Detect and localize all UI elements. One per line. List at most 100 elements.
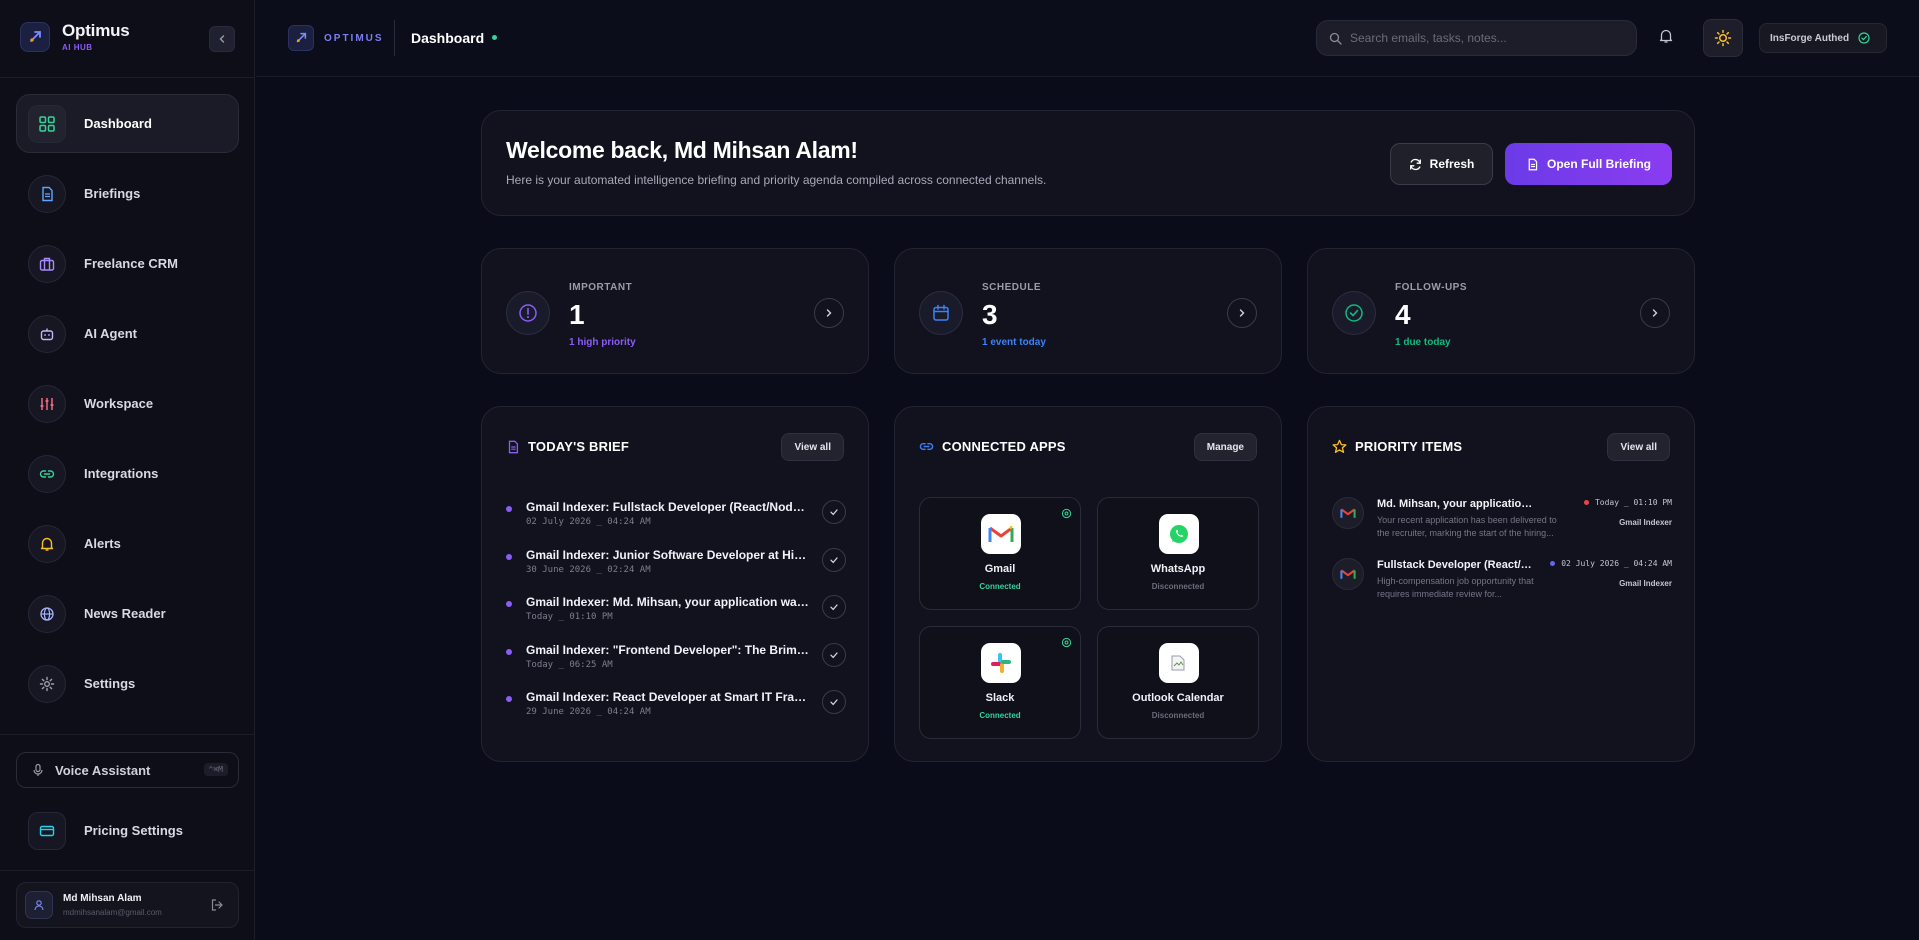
sidebar-item-news-reader[interactable]: News Reader bbox=[16, 584, 239, 643]
user-email: mdmihsanalam@gmail.com bbox=[63, 908, 162, 917]
stat-value: 4 bbox=[1395, 299, 1411, 330]
status-dot bbox=[492, 35, 497, 40]
todays-brief-panel: TODAY'S BRIEF View all Gmail Indexer: Fu… bbox=[481, 406, 869, 762]
bell-icon bbox=[28, 524, 66, 563]
app-tile-outlook-calendar[interactable]: Outlook Calendar Disconnected bbox=[1097, 626, 1259, 739]
list-item[interactable]: Gmail Indexer: Fullstack Developer (Reac… bbox=[506, 497, 846, 545]
list-item[interactable]: Gmail Indexer: Junior Software Developer… bbox=[506, 545, 846, 593]
brief-item-date: 29 June 2026 _ 04:24 AM bbox=[526, 707, 651, 717]
app-name: Gmail bbox=[984, 563, 1016, 575]
voice-assistant-label: Voice Assistant bbox=[55, 762, 151, 778]
brief-item-date: Today _ 01:10 PM bbox=[526, 612, 613, 622]
app-status: Disconnected bbox=[1151, 711, 1205, 720]
sidebar-item-briefings[interactable]: Briefings bbox=[16, 164, 239, 223]
app-status: Connected bbox=[979, 582, 1021, 591]
check-icon[interactable] bbox=[822, 547, 846, 572]
sidebar-item-dashboard[interactable]: Dashboard bbox=[16, 94, 239, 153]
app-status: Disconnected bbox=[1151, 582, 1205, 591]
app-tile-slack[interactable]: Slack Connected bbox=[919, 626, 1081, 739]
chevron-right-icon[interactable] bbox=[1640, 298, 1670, 328]
brief-item-date: 30 June 2026 _ 02:24 AM bbox=[526, 564, 651, 575]
check-circle-icon bbox=[1332, 291, 1376, 335]
microphone-icon bbox=[33, 763, 43, 776]
sun-icon bbox=[1714, 29, 1732, 47]
manage-button[interactable]: Manage bbox=[1193, 433, 1257, 461]
stat-card-important[interactable]: IMPORTANT 1 1 high priority bbox=[481, 248, 869, 374]
sidebar-item-alerts[interactable]: Alerts bbox=[16, 514, 239, 573]
collapse-sidebar-button[interactable] bbox=[209, 26, 235, 52]
refresh-button[interactable]: Refresh bbox=[1390, 143, 1493, 185]
brand[interactable]: Optimus AI HUB bbox=[20, 21, 130, 52]
list-item[interactable]: Gmail Indexer: Md. Mihsan, your applicat… bbox=[506, 592, 846, 640]
gear-icon[interactable] bbox=[1061, 506, 1072, 524]
welcome-title: Welcome back, Md Mihsan Alam! bbox=[506, 137, 858, 163]
open-full-briefing-label: Open Full Briefing bbox=[1547, 157, 1651, 171]
sidebar-item-label: Settings bbox=[84, 676, 136, 691]
sidebar-item-label: Freelance CRM bbox=[84, 256, 178, 271]
stat-card-schedule[interactable]: SCHEDULE 3 1 event today bbox=[894, 248, 1282, 374]
auth-status-badge[interactable]: InsForge Authed bbox=[1759, 23, 1887, 53]
search-input[interactable] bbox=[1350, 31, 1620, 45]
bullet-dot bbox=[506, 696, 512, 702]
panel-title: PRIORITY ITEMS bbox=[1355, 439, 1463, 454]
sidebar-item-pricing-settings[interactable]: Pricing Settings bbox=[16, 801, 239, 860]
sidebar-item-integrations[interactable]: Integrations bbox=[16, 444, 239, 503]
sidebar-item-label: Pricing Settings bbox=[84, 823, 183, 838]
star-icon bbox=[1332, 439, 1347, 453]
search-bar[interactable] bbox=[1316, 20, 1637, 56]
list-item[interactable]: Gmail Indexer: React Developer at Smart … bbox=[506, 687, 846, 735]
theme-toggle-button[interactable] bbox=[1703, 19, 1743, 57]
app-name: WhatsApp bbox=[1150, 563, 1206, 575]
voice-assistant-button[interactable]: Voice Assistant ^⌘M bbox=[16, 752, 239, 788]
view-all-button[interactable]: View all bbox=[1607, 433, 1670, 461]
calendar-icon bbox=[919, 291, 963, 335]
panel-title: CONNECTED APPS bbox=[942, 439, 1066, 454]
priority-item-title: Md. Mihsan, your application was sent to bbox=[1377, 498, 1537, 510]
check-icon[interactable] bbox=[822, 595, 846, 619]
view-all-button[interactable]: View all bbox=[781, 433, 844, 461]
sidebar-item-label: Integrations bbox=[84, 466, 159, 481]
brand-name: Optimus bbox=[62, 21, 130, 40]
app-tile-whatsapp[interactable]: WhatsApp Disconnected bbox=[1097, 497, 1259, 610]
gmail-icon bbox=[1332, 558, 1364, 590]
refresh-label: Refresh bbox=[1429, 157, 1475, 171]
user-name: Md Mihsan Alam bbox=[63, 893, 142, 904]
open-full-briefing-button[interactable]: Open Full Briefing bbox=[1505, 143, 1672, 185]
app-tile-gmail[interactable]: Gmail Connected bbox=[919, 497, 1081, 610]
stat-card-follow-ups[interactable]: FOLLOW-UPS 4 1 due today bbox=[1307, 248, 1695, 374]
divider bbox=[0, 870, 254, 871]
search-icon bbox=[1329, 32, 1342, 45]
sidebar-item-freelance-crm[interactable]: Freelance CRM bbox=[16, 234, 239, 293]
chevron-right-icon[interactable] bbox=[814, 298, 844, 328]
divider bbox=[0, 734, 254, 735]
priority-item-description: High-compensation job opportunity that r… bbox=[1377, 576, 1534, 599]
document-icon bbox=[508, 440, 519, 453]
sidebar-item-label: Alerts bbox=[84, 536, 121, 551]
brief-item-title: Gmail Indexer: Junior Software Developer… bbox=[526, 547, 810, 562]
stat-subtext: 1 event today bbox=[982, 337, 1046, 348]
gear-icon[interactable] bbox=[1061, 635, 1072, 653]
brief-item-date: 02 July 2026 _ 04:24 AM bbox=[526, 517, 651, 527]
notifications-icon[interactable] bbox=[1658, 28, 1674, 49]
list-item[interactable]: Fullstack Developer (React/Node.js) High… bbox=[1332, 556, 1672, 617]
sidebar-item-workspace[interactable]: Workspace bbox=[16, 374, 239, 433]
sidebar-item-ai-agent[interactable]: AI Agent bbox=[16, 304, 239, 363]
check-icon[interactable] bbox=[822, 690, 846, 714]
priority-item-source: Gmail Indexer bbox=[1619, 579, 1672, 588]
check-icon[interactable] bbox=[822, 500, 846, 524]
sidebar-item-settings[interactable]: Settings bbox=[16, 654, 239, 713]
list-item[interactable]: Gmail Indexer: "Frontend Developer": The… bbox=[506, 640, 846, 688]
gmail-icon bbox=[1332, 497, 1364, 529]
chevron-right-icon[interactable] bbox=[1227, 298, 1257, 328]
user-profile[interactable]: Md Mihsan Alam mdmihsanalam@gmail.com bbox=[16, 882, 239, 928]
check-circle-icon bbox=[1858, 32, 1870, 44]
check-icon[interactable] bbox=[822, 642, 846, 667]
app-name: Slack bbox=[985, 692, 1015, 704]
priority-item-time: 02 July 2026 _ 04:24 AM bbox=[1561, 559, 1672, 568]
list-item[interactable]: Md. Mihsan, your application was sent to… bbox=[1332, 495, 1672, 556]
brief-list: Gmail Indexer: Fullstack Developer (Reac… bbox=[506, 497, 846, 735]
sidebar: Optimus AI HUB Dashboard Briefings Freel… bbox=[0, 0, 255, 940]
priority-item-source: Gmail Indexer bbox=[1619, 518, 1672, 527]
rocket-icon bbox=[288, 25, 314, 51]
logout-icon[interactable] bbox=[210, 898, 224, 917]
